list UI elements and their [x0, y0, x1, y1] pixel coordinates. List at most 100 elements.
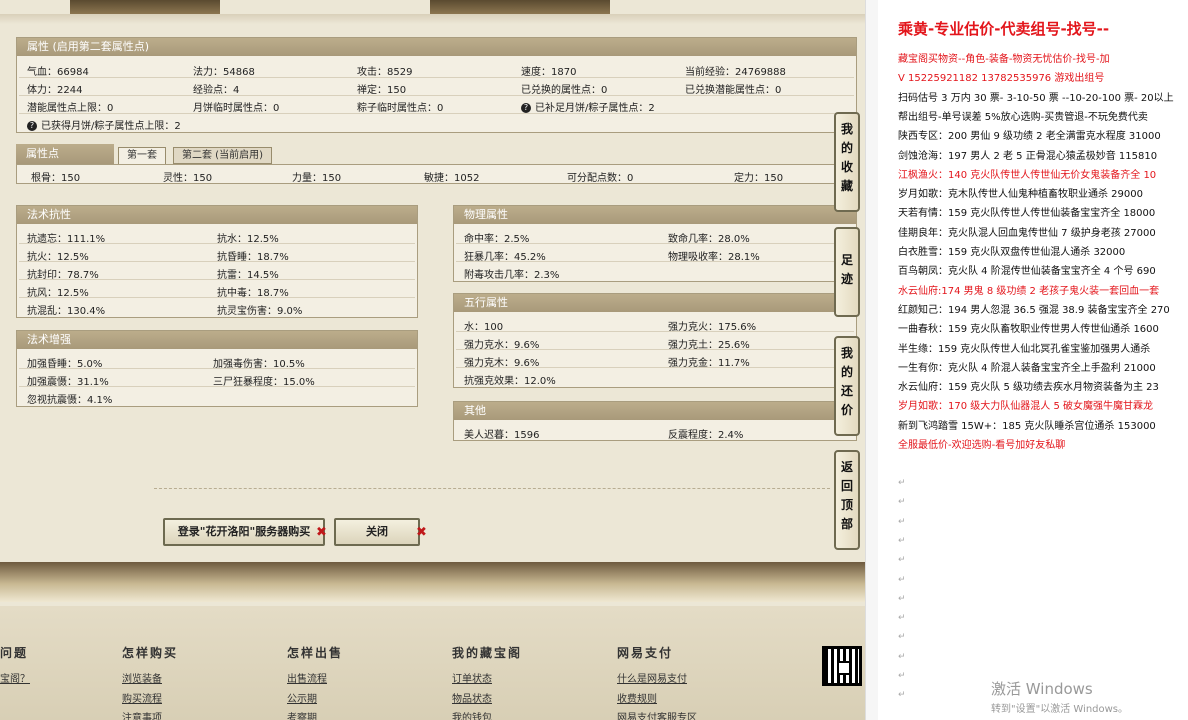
row-divider — [456, 367, 854, 368]
note-line: 剑蚀沧海：197 男人 2 老 5 正骨混心猿孟极妙音 115810 — [898, 150, 1158, 162]
row-divider — [19, 386, 415, 387]
return-mark-icon: ↵ — [898, 632, 906, 643]
magic-resistance-panel: 法术抗性 抗遗忘：111.1% 抗水：12.5% 抗火：12.5% 抗昏睡：18… — [16, 205, 418, 318]
footer-col-pay: 网易支付 — [617, 646, 674, 660]
decorative-border — [0, 562, 865, 602]
footer-link[interactable]: 订单状态 — [452, 670, 492, 685]
other-panel: 其他 美人迟暮：1596 反震程度：2.4% — [453, 401, 857, 441]
return-mark-icon: ↵ — [898, 593, 906, 604]
tab-set-1[interactable]: 第一套 — [118, 147, 166, 164]
footer-col-buy: 怎样购买 — [122, 646, 179, 660]
wood-trim — [70, 0, 220, 14]
notes-document: 乘黄-专业估价-代卖组号-找号-- 藏宝阁买物资--角色-装备-物资无忧估价-找… — [878, 0, 1188, 720]
res-chaos: 抗混乱：130.4% — [27, 306, 106, 317]
footer-link[interactable]: 物品状态 — [452, 690, 492, 705]
attr-hp: 气血：66984 — [27, 67, 89, 78]
point-available: 可分配点数：0 — [567, 173, 634, 184]
row-divider — [456, 331, 854, 332]
return-mark-icon: ↵ — [898, 478, 906, 488]
return-mark-icon: ↵ — [898, 671, 906, 681]
footer-link[interactable]: 考察期 — [287, 709, 317, 720]
attr-exchanged: 已兑换的属性点：0 — [521, 85, 608, 96]
footer-link[interactable]: 什么是网易支付 — [617, 670, 687, 685]
login-buy-button[interactable]: 登录"花开洛阳"服务器购买 — [163, 518, 325, 546]
points-panel: 根骨：150 灵性：150 力量：150 敏捷：1052 可分配点数：0 定力：… — [16, 164, 857, 184]
phys-poison: 附毒攻击几率：2.3% — [464, 270, 560, 281]
row-divider — [19, 279, 415, 280]
attr-mp: 法力：54868 — [193, 67, 255, 78]
physical-title: 物理属性 — [454, 206, 856, 224]
windows-watermark-sub: 转到"设置"以激活 Windows。 — [991, 704, 1129, 715]
windows-watermark: 激活 Windows — [991, 680, 1093, 698]
footer-link[interactable]: 宝阁？ — [0, 670, 30, 685]
favorites-tab[interactable]: 我的收藏 — [834, 112, 860, 212]
note-line: 岁月如歌：170 级大力队仙器混人 5 破女魔强牛魔甘霖龙 — [898, 401, 1153, 413]
note-line: 天若有情：159 克火队传世人传世仙装备宝宝齐全 18000 — [898, 208, 1156, 220]
note-line: 帮出组号-单号误差 5%放心选购-买贵管退-不玩免费代卖 — [898, 111, 1148, 123]
note-line: 红颜知己：194 男人忽混 36.5 强混 38.9 装备宝宝齐全 270 — [898, 304, 1170, 316]
row-divider — [456, 261, 854, 262]
note-line: 藏宝阁买物资--角色-装备-物资无忧估价-找号-加 — [898, 54, 1110, 65]
row-divider — [19, 77, 854, 78]
point-strength: 力量：150 — [292, 173, 342, 184]
return-mark-icon: ↵ — [898, 535, 906, 546]
dashed-divider — [154, 488, 830, 489]
back-to-top-tab[interactable]: 返回顶部 — [834, 450, 860, 550]
footer-col-faq: 问题 — [0, 646, 29, 660]
point-constitution: 根骨：150 — [31, 173, 81, 184]
history-tab[interactable]: 足迹 — [834, 227, 860, 317]
footer-link[interactable]: 我的钱包 — [452, 709, 492, 720]
points-tabbar: 属性点 第一套 第二套 (当前启用) — [16, 144, 857, 164]
point-willpower: 定力：150 — [734, 173, 784, 184]
return-mark-icon: ↵ — [898, 555, 906, 566]
attr-mooncake-temp: 月饼临时属性点：0 — [193, 103, 280, 114]
note-line: 水云仙府:174 男鬼 8 级功绩 2 老孩子鬼火装一套回血一套 — [898, 285, 1160, 297]
points-title: 属性点 — [16, 144, 114, 164]
attr-potential-cap: 潜能属性点上限：0 — [27, 103, 114, 114]
attr-zongzi-temp: 粽子临时属性点：0 — [357, 103, 444, 114]
my-bargain-tab[interactable]: 我的还价 — [834, 336, 860, 436]
note-line: 佳期良年：克火队混人回血鬼传世仙 7 级护身老孩 27000 — [898, 227, 1156, 239]
close-x-icon: ✖ — [416, 525, 427, 540]
footer-link[interactable]: 收费规则 — [617, 690, 657, 705]
other-title: 其他 — [454, 402, 856, 420]
attributes-title: 属性 (启用第二套属性点) — [17, 38, 856, 56]
return-mark-icon: ↵ — [898, 497, 906, 508]
note-line: 岁月如歌：克木队传世人仙鬼种植畜牧职业通杀 29000 — [898, 189, 1143, 201]
row-divider — [19, 113, 854, 114]
row-divider — [19, 261, 415, 262]
footer-col-sell: 怎样出售 — [287, 646, 344, 660]
physical-panel: 物理属性 命中率：2.5% 致命几率：28.0% 狂暴几率：45.2% 物理吸收… — [453, 205, 857, 282]
footer-link[interactable]: 出售流程 — [287, 670, 327, 685]
note-line: 一曲春秋：159 克火队畜牧职业传世男人传世仙通杀 1600 — [898, 324, 1159, 336]
note-line: 水云仙府：159 克火队 5 级功绩去疾水月物资装备为主 23 — [898, 382, 1159, 394]
footer-link[interactable]: 购买流程 — [122, 690, 162, 705]
frame-band — [0, 14, 865, 24]
note-line: 陕西专区：200 男仙 9 级功绩 2 老全满雷克水程度 31000 — [898, 131, 1161, 143]
note-line: 百鸟朝凤：克火队 4 阶混传世仙装备宝宝齐全 4 个号 690 — [898, 266, 1156, 278]
footer-link[interactable]: 网易支付客服专区 — [617, 709, 697, 720]
top-frame — [0, 0, 865, 28]
game-page: 属性 (启用第二套属性点) 气血：66984 法力：54868 攻击：8529 … — [0, 0, 865, 720]
note-line: V 15225921182 13782535976 游戏出组号 — [898, 73, 1105, 85]
help-icon[interactable]: ? — [27, 121, 37, 131]
attr-zen: 禅定：150 — [357, 85, 407, 96]
footer-link[interactable]: 公示期 — [287, 690, 317, 705]
footer-link[interactable]: 浏览装备 — [122, 670, 162, 685]
qr-code-icon — [822, 646, 862, 686]
attr-filled: ? 已补足月饼/粽子属性点：2 — [521, 99, 655, 114]
note-line: 扫码估号 3 万内 30 票- 3-10-50 票 --10-20-100 票-… — [898, 92, 1174, 104]
help-icon[interactable]: ? — [521, 103, 531, 113]
tab-set-2[interactable]: 第二套 (当前启用) — [173, 147, 272, 164]
other-reflect: 反震程度：2.4% — [668, 430, 744, 441]
footer-col-my: 我的藏宝阁 — [452, 646, 523, 660]
row-divider — [19, 297, 415, 298]
elem-resist: 抗强克效果：12.0% — [464, 376, 556, 387]
note-line: 半生缘：159 克火队传世人仙北冥孔雀宝鉴加强男人通杀 — [898, 343, 1151, 355]
footer-link[interactable]: 注意事项 — [122, 709, 162, 720]
magic-resistance-title: 法术抗性 — [17, 206, 417, 224]
close-button[interactable]: 关闭 — [334, 518, 420, 546]
point-spirit: 灵性：150 — [163, 173, 213, 184]
note-line: 江枫渔火：140 克火队传世人传世仙无价女鬼装备齐全 10 — [898, 169, 1157, 181]
row-divider — [456, 349, 854, 350]
